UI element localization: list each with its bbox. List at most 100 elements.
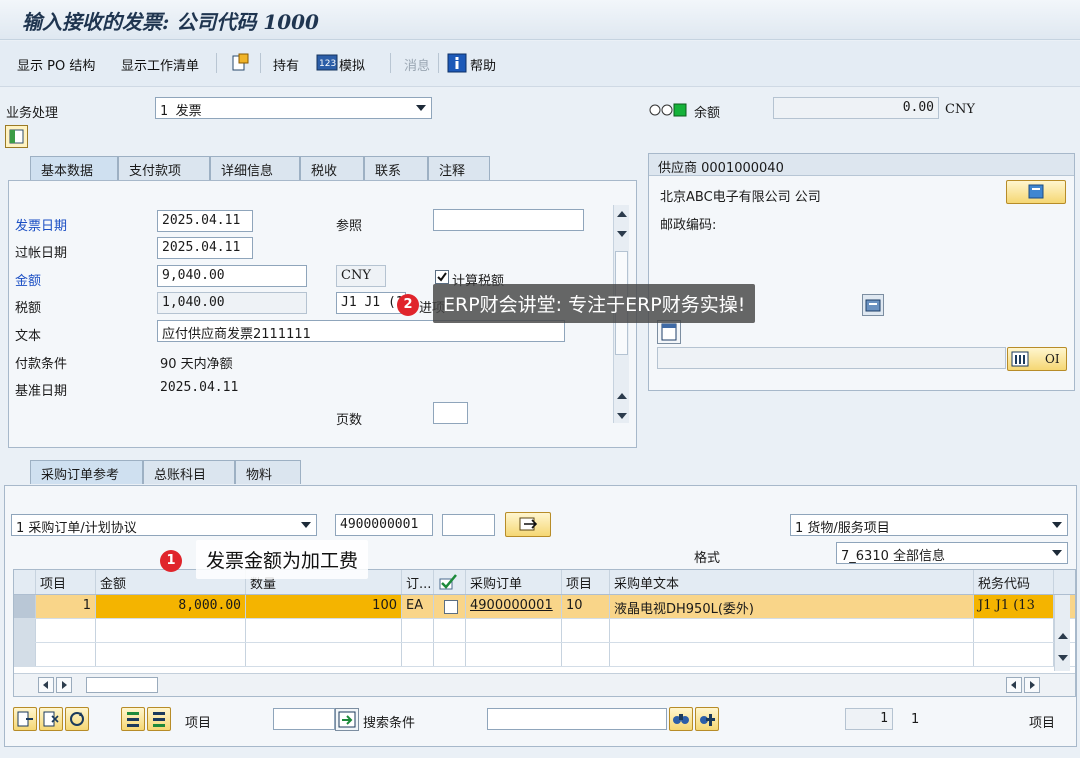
tab-tax[interactable]: 税收 [300, 156, 364, 180]
find-next-icon[interactable] [695, 707, 719, 731]
scroll-left-icon[interactable] [1006, 677, 1022, 693]
format-select[interactable]: 7_6310 全部信息 [836, 542, 1068, 564]
baseline-date-label: 基准日期 [15, 384, 68, 399]
scroll-right-icon[interactable] [56, 677, 72, 693]
vendor-doc-icon[interactable] [657, 320, 681, 344]
deselect-all-icon[interactable] [39, 707, 63, 731]
tab-po-reference[interactable]: 采购订单参考 [30, 460, 143, 484]
scroll-thumb[interactable] [86, 677, 158, 693]
col-po-item[interactable]: 项目 [562, 570, 610, 594]
vendor-detail-button[interactable] [1006, 180, 1066, 204]
scroll-up-icon[interactable] [617, 393, 627, 399]
tab-material[interactable]: 物料 [235, 460, 301, 484]
scroll-left-icon[interactable] [38, 677, 54, 693]
tab-contact[interactable]: 联系 [364, 156, 428, 180]
empty-cell [610, 619, 974, 642]
cell-quantity[interactable]: 100 [246, 595, 402, 618]
page-current-field[interactable]: 1 [845, 708, 893, 730]
row-selector[interactable] [14, 619, 36, 642]
simulate-button[interactable]: 模拟 [339, 55, 365, 74]
simulate-icon[interactable]: 123 [316, 53, 338, 77]
row-checkbox[interactable] [444, 600, 458, 614]
pages-field[interactable] [433, 402, 468, 424]
select-all-icon[interactable] [13, 707, 37, 731]
scroll-right-icon[interactable] [1024, 677, 1040, 693]
show-po-structure-button[interactable]: 显示 PO 结构 [17, 55, 95, 74]
row-selector-header[interactable] [14, 570, 36, 594]
tab-basic-data[interactable]: 基本数据 [30, 156, 118, 180]
layout-type-select[interactable]: 1 货物/服务项目 [790, 514, 1068, 536]
col-tax-code[interactable]: 税务代码 [974, 570, 1054, 594]
footer-item-field[interactable] [273, 708, 335, 730]
scroll-down-icon[interactable] [1058, 655, 1068, 661]
scroll-down-icon[interactable] [617, 231, 627, 237]
cell-check[interactable] [434, 595, 466, 618]
scroll-down-icon[interactable] [617, 413, 627, 419]
toolbar-separator [216, 53, 217, 73]
annotation-badge-1: 1 [160, 550, 182, 572]
scroll-up-icon[interactable] [617, 211, 627, 217]
tab-payment[interactable]: 支付款项 [118, 156, 210, 180]
hold-button[interactable]: 持有 [273, 55, 299, 74]
empty-cell [36, 619, 96, 642]
search-criteria-field[interactable] [487, 708, 667, 730]
cell-tax-code[interactable]: J1 J1 (13 [974, 595, 1054, 618]
scroll-up-icon[interactable] [1058, 633, 1068, 639]
tab-details[interactable]: 详细信息 [210, 156, 300, 180]
find-icon[interactable] [669, 707, 693, 731]
tab-gl-account[interactable]: 总账科目 [143, 460, 235, 484]
footer-item-label: 项目 [185, 716, 212, 731]
document-icon[interactable] [230, 53, 250, 77]
transfer-po-button[interactable] [505, 512, 551, 537]
table-row[interactable]: 1 8,000.00 100 EA 4900000001 10 液晶电视DH95… [14, 595, 1075, 619]
col-po[interactable]: 采购订单 [466, 570, 562, 594]
title-bar: 输入接收的发票: 公司代码 1000 [0, 0, 1080, 40]
amount-field[interactable]: 9,040.00 [157, 265, 307, 287]
search-criteria-label: 搜索条件 [363, 716, 416, 731]
invoice-date-field[interactable]: 2025.04.11 [157, 210, 253, 232]
page-title: 输入接收的发票: 公司代码 1000 [22, 10, 319, 34]
tax-code-field[interactable]: J1 J1 (13 [336, 292, 406, 314]
help-button[interactable]: 帮助 [470, 55, 496, 74]
annotation-callout-1: 发票金额为加工费 [196, 540, 369, 579]
cell-unit: EA [402, 595, 434, 618]
tab-notes[interactable]: 注释 [428, 156, 490, 180]
row-selector[interactable] [14, 595, 36, 618]
expand-layout-icon[interactable] [5, 125, 28, 148]
empty-cell [402, 619, 434, 642]
cell-po-text: 液晶电视DH950L(委外) [610, 595, 974, 618]
search-criteria-icon[interactable] [335, 708, 359, 731]
refresh-icon[interactable] [65, 707, 89, 731]
reference-field[interactable] [433, 209, 584, 231]
traffic-light-icon [649, 103, 689, 121]
col-order-unit[interactable]: 订... [402, 570, 434, 594]
currency-field: CNY [336, 265, 386, 287]
info-icon[interactable] [447, 53, 467, 77]
sort-ascending-icon[interactable] [121, 707, 145, 731]
grid-vertical-scrollbar[interactable] [1054, 595, 1070, 671]
col-check[interactable] [434, 570, 466, 594]
grid-horizontal-scrollbar[interactable] [14, 673, 1075, 696]
col-item[interactable]: 项目 [36, 570, 96, 594]
sort-descending-icon[interactable] [147, 707, 171, 731]
po-number-field[interactable]: 4900000001 [335, 514, 433, 536]
cell-amount[interactable]: 8,000.00 [96, 595, 246, 618]
postal-code-label: 邮政编码: [660, 218, 717, 233]
transaction-select[interactable]: 1 发票 [155, 97, 432, 119]
show-worklist-button[interactable]: 显示工作清单 [121, 55, 199, 74]
empty-cell [562, 619, 610, 642]
row-selector[interactable] [14, 643, 36, 666]
posting-date-field[interactable]: 2025.04.11 [157, 237, 253, 259]
pages-label: 页数 [336, 413, 363, 428]
table-row[interactable] [14, 643, 1075, 667]
calc-tax-checkbox[interactable] [435, 270, 449, 284]
table-row[interactable] [14, 619, 1075, 643]
ref-type-select[interactable]: 1 采购订单/计划协议 [11, 514, 317, 536]
bank-icon[interactable] [862, 294, 884, 316]
text-field[interactable]: 应付供应商发票2111111 [157, 320, 565, 342]
po-item-field[interactable] [442, 514, 495, 536]
messages-button[interactable]: 消息 [404, 55, 430, 74]
cell-po-link[interactable]: 4900000001 [466, 595, 562, 618]
col-po-text[interactable]: 采购单文本 [610, 570, 974, 594]
oi-button[interactable]: OI [1007, 347, 1067, 371]
